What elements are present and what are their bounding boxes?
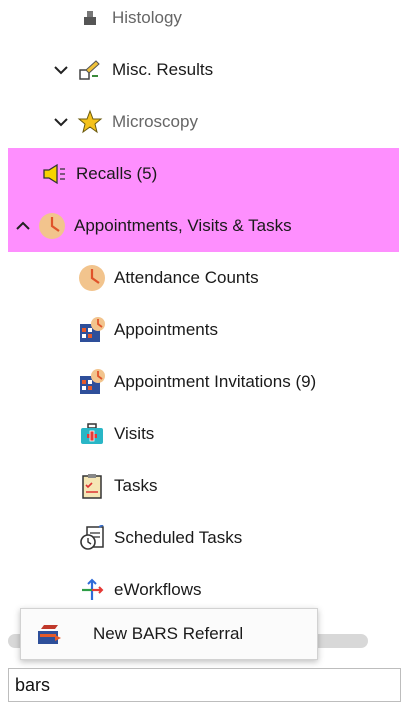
appointments-calendar-icon (78, 316, 106, 344)
histology-icon (76, 4, 104, 32)
tree-item-attendance-counts[interactable]: Attendance Counts (8, 252, 399, 304)
tree-item-microscopy[interactable]: Microscopy (8, 96, 399, 148)
referral-icon (35, 620, 63, 648)
tree-item-label: Misc. Results (112, 60, 214, 79)
tree-item-label: Appointment Invitations (9) (114, 372, 317, 391)
tasks-clipboard-icon (78, 472, 106, 500)
suggestion-label: New BARS Referral (93, 624, 244, 643)
tree-item-appointments[interactable]: Appointments (8, 304, 399, 356)
microscopy-icon (76, 108, 104, 136)
search-input[interactable] (8, 668, 401, 702)
clock-icon (78, 264, 106, 292)
tree-item-visits[interactable]: Visits (8, 408, 399, 460)
tree-item-label: Tasks (114, 476, 158, 495)
tree-item-misc-results[interactable]: Misc. Results (8, 44, 399, 96)
tree-item-label: Microscopy (112, 112, 198, 131)
tree-item-label: Attendance Counts (114, 268, 259, 287)
recalls-megaphone-icon (40, 160, 68, 188)
tree-item-label: eWorkflows (114, 580, 202, 599)
suggestion-new-bars-referral[interactable]: New BARS Referral (21, 609, 317, 659)
tree-item-label: Visits (114, 424, 155, 443)
chevron-down-icon[interactable] (52, 61, 70, 79)
appointment-invitations-icon (78, 368, 106, 396)
chevron-down-icon[interactable] (52, 113, 70, 131)
tree-item-label: Appointments (114, 320, 218, 339)
tree-item-label: Recalls (5) (76, 164, 158, 183)
search-suggestion-popup: New BARS Referral (20, 608, 318, 660)
tree-item-appointments-visits-tasks[interactable]: Appointments, Visits & Tasks (8, 200, 399, 252)
tree-item-label: Appointments, Visits & Tasks (74, 216, 292, 235)
tree-item-scheduled-tasks[interactable]: Scheduled Tasks (8, 512, 399, 564)
misc-results-icon (76, 56, 104, 84)
tree-item-label: Histology (112, 8, 182, 27)
scheduled-tasks-icon (78, 524, 106, 552)
tree-item-tasks[interactable]: Tasks (8, 460, 399, 512)
tree-item-label: Scheduled Tasks (114, 528, 243, 547)
tree-item-appointment-invitations[interactable]: Appointment Invitations (9) (8, 356, 399, 408)
tree-item-histology[interactable]: Histology (8, 0, 399, 44)
eworkflows-icon (78, 576, 106, 604)
clock-icon (38, 212, 66, 240)
chevron-up-icon[interactable] (14, 217, 32, 235)
tree-item-recalls[interactable]: Recalls (5) (8, 148, 399, 200)
visits-medical-kit-icon (78, 420, 106, 448)
